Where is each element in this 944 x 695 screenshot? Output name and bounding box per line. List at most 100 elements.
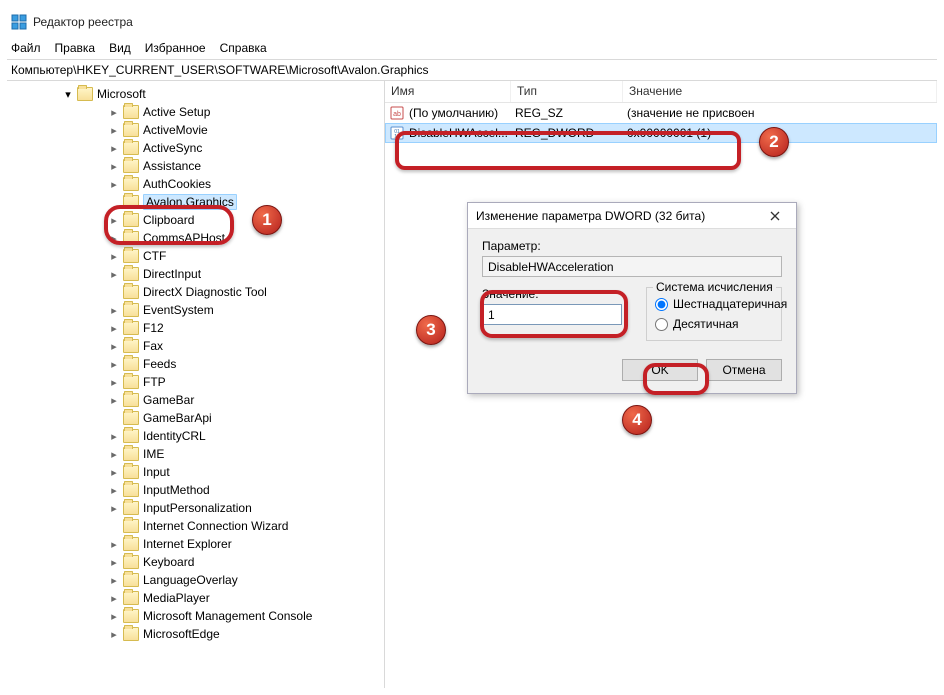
folder-icon — [123, 195, 139, 209]
folder-icon — [123, 555, 139, 569]
tree-item[interactable]: Active Setup — [7, 103, 384, 121]
tree-item[interactable]: Feeds — [7, 355, 384, 373]
list-header: Имя Тип Значение — [385, 81, 937, 103]
col-name[interactable]: Имя — [385, 81, 511, 102]
titlebar: Редактор реестра — [7, 7, 937, 37]
expander-icon[interactable] — [107, 213, 121, 227]
expander-icon[interactable] — [107, 375, 121, 389]
tree-label: Clipboard — [143, 213, 194, 227]
expander-icon[interactable] — [107, 501, 121, 515]
expander-icon[interactable] — [107, 231, 121, 245]
tree-item[interactable]: CTF — [7, 247, 384, 265]
tree-label: F12 — [143, 321, 164, 335]
tree-item[interactable]: MediaPlayer — [7, 589, 384, 607]
expander-icon[interactable] — [107, 249, 121, 263]
menu-favorites[interactable]: Избранное — [145, 41, 206, 55]
cancel-button[interactable]: Отмена — [706, 359, 782, 381]
tree-item[interactable]: Fax — [7, 337, 384, 355]
expander-icon[interactable] — [107, 123, 121, 137]
col-type[interactable]: Тип — [511, 81, 623, 102]
tree-label: IME — [143, 447, 164, 461]
col-value[interactable]: Значение — [623, 81, 937, 102]
tree-item[interactable]: Assistance — [7, 157, 384, 175]
expander-icon[interactable] — [107, 573, 121, 587]
menu-help[interactable]: Справка — [220, 41, 267, 55]
tree-item[interactable]: GameBarApi — [7, 409, 384, 427]
tree-item[interactable]: Clipboard — [7, 211, 384, 229]
expander-icon[interactable] — [107, 105, 121, 119]
expander-icon[interactable] — [107, 159, 121, 173]
expander-icon[interactable] — [107, 483, 121, 497]
list-row[interactable]: 0110DisableHWAccel...REG_DWORD0x00000001… — [385, 123, 937, 143]
radio-hex[interactable]: Шестнадцатеричная — [655, 294, 773, 314]
expander-icon[interactable] — [107, 303, 121, 317]
menu-view[interactable]: Вид — [109, 41, 131, 55]
radio-dec[interactable]: Десятичная — [655, 314, 773, 334]
expander-icon[interactable] — [107, 321, 121, 335]
binary-icon: 0110 — [389, 125, 405, 141]
tree-label: Assistance — [143, 159, 201, 173]
expander-icon[interactable] — [107, 627, 121, 641]
tree-item[interactable]: ActiveMovie — [7, 121, 384, 139]
tree-item[interactable]: InputMethod — [7, 481, 384, 499]
tree-item[interactable]: IME — [7, 445, 384, 463]
expander-icon[interactable] — [107, 177, 121, 191]
tree-item[interactable]: InputPersonalization — [7, 499, 384, 517]
tree-item[interactable]: Internet Connection Wizard — [7, 517, 384, 535]
tree-item[interactable]: Input — [7, 463, 384, 481]
tree-item[interactable]: AuthCookies — [7, 175, 384, 193]
tree-item[interactable]: EventSystem — [7, 301, 384, 319]
expander-icon[interactable] — [107, 339, 121, 353]
tree-item[interactable]: GameBar — [7, 391, 384, 409]
expander-icon[interactable] — [107, 429, 121, 443]
expander-icon[interactable] — [107, 555, 121, 569]
expander-icon[interactable] — [107, 267, 121, 281]
tree-item[interactable]: IdentityCRL — [7, 427, 384, 445]
menubar: Файл Правка Вид Избранное Справка — [7, 37, 937, 59]
address-bar[interactable]: Компьютер\HKEY_CURRENT_USER\SOFTWARE\Mic… — [7, 59, 937, 81]
tree-item[interactable]: Microsoft Management Console — [7, 607, 384, 625]
tree-item[interactable]: DirectInput — [7, 265, 384, 283]
tree-item[interactable]: Keyboard — [7, 553, 384, 571]
folder-icon — [123, 285, 139, 299]
tree-label: CTF — [143, 249, 166, 263]
tree-label: Internet Explorer — [143, 537, 232, 551]
tree-item[interactable]: CommsAPHost — [7, 229, 384, 247]
expander-icon[interactable] — [107, 609, 121, 623]
close-icon[interactable] — [762, 206, 788, 226]
tree-item[interactable]: ActiveSync — [7, 139, 384, 157]
folder-icon — [123, 303, 139, 317]
expander-icon[interactable] — [107, 357, 121, 371]
folder-icon — [123, 447, 139, 461]
expander-icon[interactable] — [107, 447, 121, 461]
tree-item[interactable]: LanguageOverlay — [7, 571, 384, 589]
value-input[interactable] — [482, 304, 622, 325]
tree-item-root[interactable]: Microsoft — [7, 85, 384, 103]
expander-icon[interactable] — [61, 87, 75, 101]
folder-icon — [123, 231, 139, 245]
tree-item[interactable]: Avalon.Graphics — [7, 193, 384, 211]
tree-item[interactable]: F12 — [7, 319, 384, 337]
expander-icon[interactable] — [107, 393, 121, 407]
expander-icon[interactable] — [107, 591, 121, 605]
tree-label: CommsAPHost — [143, 231, 225, 245]
menu-edit[interactable]: Правка — [55, 41, 96, 55]
list-row[interactable]: ab(По умолчанию)REG_SZ(значение не присв… — [385, 103, 937, 123]
tree-item[interactable]: FTP — [7, 373, 384, 391]
tree-label: IdentityCRL — [143, 429, 206, 443]
folder-icon — [123, 105, 139, 119]
tree-item[interactable]: DirectX Diagnostic Tool — [7, 283, 384, 301]
tree-item[interactable]: MicrosoftEdge — [7, 625, 384, 643]
expander-icon[interactable] — [107, 465, 121, 479]
folder-icon — [123, 159, 139, 173]
tree-item[interactable]: Internet Explorer — [7, 535, 384, 553]
tree-label: Input — [143, 465, 170, 479]
value-label: Значение: — [482, 287, 628, 301]
folder-icon — [123, 339, 139, 353]
tree-label: FTP — [143, 375, 166, 389]
expander-icon[interactable] — [107, 141, 121, 155]
expander-icon[interactable] — [107, 537, 121, 551]
menu-file[interactable]: Файл — [11, 41, 41, 55]
tree-panel[interactable]: MicrosoftActive SetupActiveMovieActiveSy… — [7, 81, 385, 688]
ok-button[interactable]: OK — [622, 359, 698, 381]
